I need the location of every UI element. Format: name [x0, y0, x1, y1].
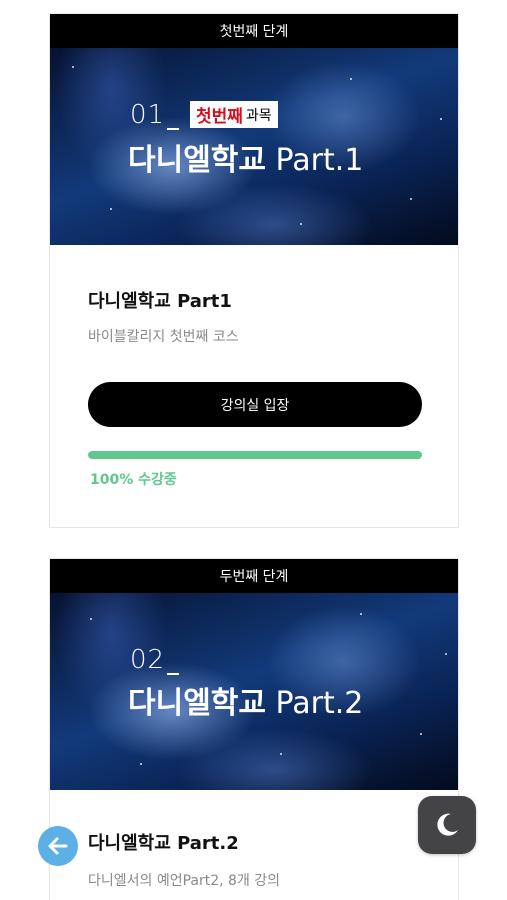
banner-title-kr: 다니엘학교: [128, 686, 266, 721]
course-banner: 01 첫번째 과목 다니엘학교 Part.1: [50, 48, 458, 245]
banner-title-en: Part.1: [275, 143, 364, 178]
stage-header: 첫번째 단계: [50, 14, 458, 48]
banner-badge: 첫번째 과목: [190, 101, 278, 128]
dark-mode-toggle-button[interactable]: [418, 796, 476, 854]
banner-number: 02: [130, 645, 166, 675]
badge-highlight: 첫번째: [196, 107, 243, 127]
arrow-left-icon: [48, 837, 68, 855]
badge-text: 과목: [245, 107, 272, 124]
banner-dash: [167, 673, 179, 675]
course-list-page: 첫번째 단계 01 첫번째 과목 다니엘학교 Part.1 다니엘학교 Part…: [0, 0, 507, 900]
moon-icon: [437, 813, 458, 836]
back-button[interactable]: [38, 826, 78, 866]
banner-title: 다니엘학교 Part.1: [128, 135, 363, 179]
banner-dash: [167, 128, 179, 130]
banner-number: 01: [130, 100, 166, 130]
course-title: 다니엘학교 Part1: [88, 291, 232, 312]
stage-header: 두번째 단계: [50, 559, 458, 593]
banner-title: 다니엘학교 Part.2: [128, 678, 363, 722]
progress-bar: [88, 451, 422, 459]
course-subtitle: 다니엘서의 예언Part2, 8개 강의: [88, 873, 281, 889]
progress-fill: [88, 451, 422, 459]
banner-title-kr: 다니엘학교: [128, 143, 266, 178]
course-subtitle: 바이블칼리지 첫번째 코스: [88, 329, 239, 345]
course-banner: 02 다니엘학교 Part.2: [50, 593, 458, 790]
banner-title-en: Part.2: [275, 686, 364, 721]
course-card-1: 첫번째 단계 01 첫번째 과목 다니엘학교 Part.1 다니엘학교 Part…: [49, 13, 459, 528]
course-card-2: 두번째 단계 02 다니엘학교 Part.2 다니엘학교 Part.2 다니엘서…: [49, 558, 459, 900]
enter-classroom-button[interactable]: 강의실 입장: [88, 382, 422, 427]
progress-label: 100% 수강중: [90, 472, 177, 488]
course-title: 다니엘학교 Part.2: [88, 833, 239, 854]
